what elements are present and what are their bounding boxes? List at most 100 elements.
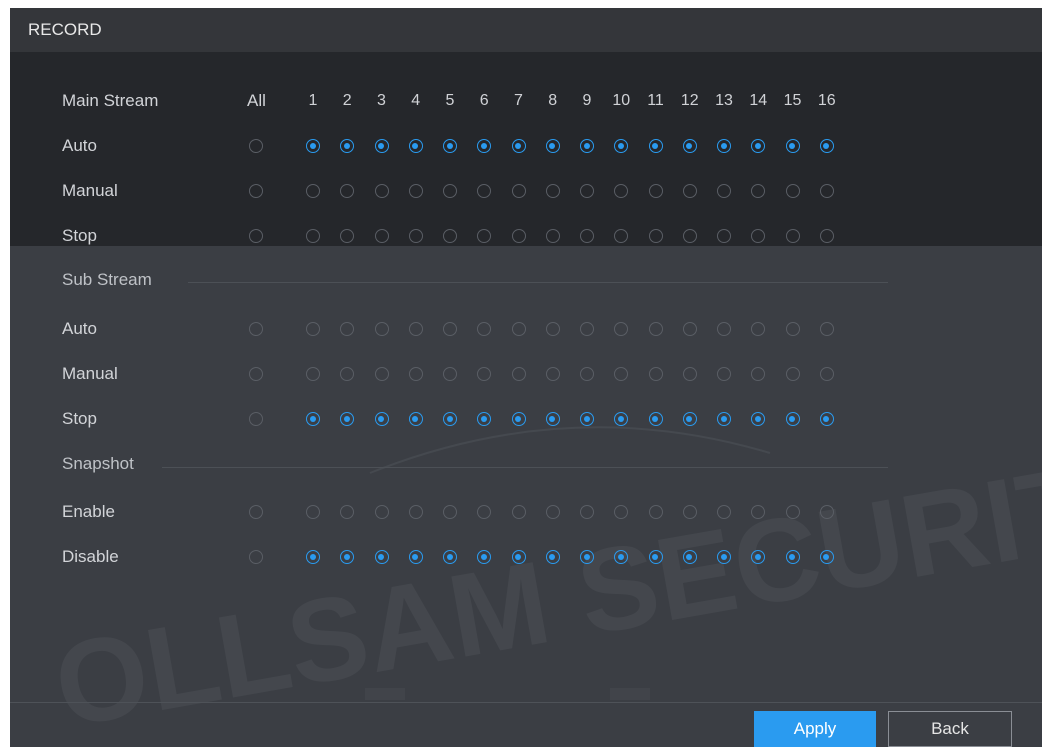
snapshot-radio-ch4[interactable] (408, 505, 423, 519)
sub_stream-radio-ch11[interactable] (648, 367, 663, 381)
snapshot-all-radio[interactable] (249, 550, 263, 564)
sub_stream-radio-ch9[interactable] (580, 367, 594, 381)
sub_stream-radio-ch7[interactable] (511, 367, 526, 381)
main_stream-radio-ch1[interactable] (306, 184, 320, 198)
main_stream-all-radio[interactable] (249, 229, 263, 243)
sub_stream-radio-ch10[interactable] (614, 322, 629, 336)
snapshot-radio-ch15[interactable] (785, 550, 800, 564)
main_stream-radio-ch8[interactable] (545, 184, 560, 198)
main_stream-radio-ch8[interactable] (545, 229, 560, 243)
snapshot-radio-ch12[interactable] (682, 505, 697, 519)
main_stream-radio-ch5[interactable] (443, 139, 457, 153)
snapshot-radio-ch13[interactable] (717, 505, 731, 519)
main_stream-radio-ch13[interactable] (717, 229, 731, 243)
sub_stream-all-radio[interactable] (249, 412, 263, 426)
apply-button[interactable]: Apply (754, 711, 876, 747)
main_stream-radio-ch3[interactable] (374, 184, 389, 198)
snapshot-radio-ch4[interactable] (408, 550, 423, 564)
main_stream-radio-ch7[interactable] (511, 139, 526, 153)
snapshot-radio-ch16[interactable] (819, 505, 834, 519)
snapshot-radio-ch2[interactable] (340, 550, 355, 564)
main_stream-radio-ch5[interactable] (443, 184, 457, 198)
main_stream-radio-ch11[interactable] (648, 184, 663, 198)
sub_stream-radio-ch6[interactable] (477, 322, 492, 336)
sub_stream-radio-ch16[interactable] (819, 322, 834, 336)
sub_stream-radio-ch4[interactable] (408, 367, 423, 381)
snapshot-radio-ch10[interactable] (614, 550, 629, 564)
snapshot-radio-ch11[interactable] (648, 505, 663, 519)
sub_stream-radio-ch16[interactable] (819, 412, 834, 426)
main_stream-radio-ch3[interactable] (374, 229, 389, 243)
main_stream-radio-ch12[interactable] (682, 184, 697, 198)
sub_stream-radio-ch2[interactable] (340, 412, 355, 426)
main_stream-radio-ch1[interactable] (306, 139, 320, 153)
main_stream-radio-ch7[interactable] (511, 229, 526, 243)
snapshot-radio-ch1[interactable] (306, 550, 320, 564)
main_stream-radio-ch5[interactable] (443, 229, 457, 243)
snapshot-radio-ch7[interactable] (511, 550, 526, 564)
sub_stream-radio-ch15[interactable] (785, 367, 800, 381)
main_stream-radio-ch12[interactable] (682, 139, 697, 153)
sub_stream-radio-ch1[interactable] (306, 412, 320, 426)
sub_stream-radio-ch12[interactable] (682, 322, 697, 336)
sub_stream-radio-ch9[interactable] (580, 412, 594, 426)
snapshot-radio-ch10[interactable] (614, 505, 629, 519)
sub_stream-radio-ch11[interactable] (648, 412, 663, 426)
sub_stream-radio-ch3[interactable] (374, 322, 389, 336)
sub_stream-radio-ch8[interactable] (545, 367, 560, 381)
main_stream-radio-ch15[interactable] (785, 139, 800, 153)
snapshot-radio-ch6[interactable] (477, 505, 492, 519)
sub_stream-radio-ch13[interactable] (717, 322, 731, 336)
sub_stream-radio-ch4[interactable] (408, 412, 423, 426)
sub_stream-radio-ch5[interactable] (443, 367, 457, 381)
sub_stream-radio-ch10[interactable] (614, 367, 629, 381)
main_stream-radio-ch9[interactable] (580, 184, 594, 198)
snapshot-radio-ch2[interactable] (340, 505, 355, 519)
snapshot-radio-ch14[interactable] (751, 550, 766, 564)
main_stream-radio-ch13[interactable] (717, 139, 731, 153)
sub_stream-radio-ch15[interactable] (785, 412, 800, 426)
snapshot-radio-ch11[interactable] (648, 550, 663, 564)
snapshot-radio-ch3[interactable] (374, 550, 389, 564)
main_stream-radio-ch4[interactable] (408, 139, 423, 153)
main_stream-radio-ch11[interactable] (648, 139, 663, 153)
sub_stream-radio-ch14[interactable] (751, 367, 766, 381)
main_stream-all-radio[interactable] (249, 139, 263, 153)
snapshot-radio-ch12[interactable] (682, 550, 697, 564)
sub_stream-radio-ch8[interactable] (545, 412, 560, 426)
snapshot-radio-ch16[interactable] (819, 550, 834, 564)
snapshot-radio-ch7[interactable] (511, 505, 526, 519)
main_stream-radio-ch12[interactable] (682, 229, 697, 243)
main_stream-radio-ch13[interactable] (717, 184, 731, 198)
sub_stream-radio-ch3[interactable] (374, 412, 389, 426)
main_stream-radio-ch3[interactable] (374, 139, 389, 153)
snapshot-radio-ch6[interactable] (477, 550, 492, 564)
main_stream-radio-ch15[interactable] (785, 229, 800, 243)
snapshot-radio-ch8[interactable] (545, 505, 560, 519)
sub_stream-radio-ch12[interactable] (682, 412, 697, 426)
main_stream-radio-ch1[interactable] (306, 229, 320, 243)
snapshot-all-radio[interactable] (249, 505, 263, 519)
main_stream-all-radio[interactable] (249, 184, 263, 198)
snapshot-radio-ch13[interactable] (717, 550, 731, 564)
sub_stream-radio-ch14[interactable] (751, 412, 766, 426)
sub_stream-radio-ch8[interactable] (545, 322, 560, 336)
sub_stream-radio-ch11[interactable] (648, 322, 663, 336)
sub_stream-radio-ch2[interactable] (340, 322, 355, 336)
sub_stream-radio-ch12[interactable] (682, 367, 697, 381)
sub_stream-radio-ch7[interactable] (511, 322, 526, 336)
sub_stream-radio-ch13[interactable] (717, 412, 731, 426)
sub_stream-radio-ch9[interactable] (580, 322, 594, 336)
snapshot-radio-ch3[interactable] (374, 505, 389, 519)
sub_stream-radio-ch6[interactable] (477, 412, 492, 426)
snapshot-radio-ch9[interactable] (580, 550, 594, 564)
sub_stream-radio-ch7[interactable] (511, 412, 526, 426)
main_stream-radio-ch11[interactable] (648, 229, 663, 243)
main_stream-radio-ch4[interactable] (408, 229, 423, 243)
snapshot-radio-ch1[interactable] (306, 505, 320, 519)
snapshot-radio-ch15[interactable] (785, 505, 800, 519)
sub_stream-radio-ch2[interactable] (340, 367, 355, 381)
sub_stream-radio-ch3[interactable] (374, 367, 389, 381)
main_stream-radio-ch9[interactable] (580, 229, 594, 243)
sub_stream-radio-ch13[interactable] (717, 367, 731, 381)
